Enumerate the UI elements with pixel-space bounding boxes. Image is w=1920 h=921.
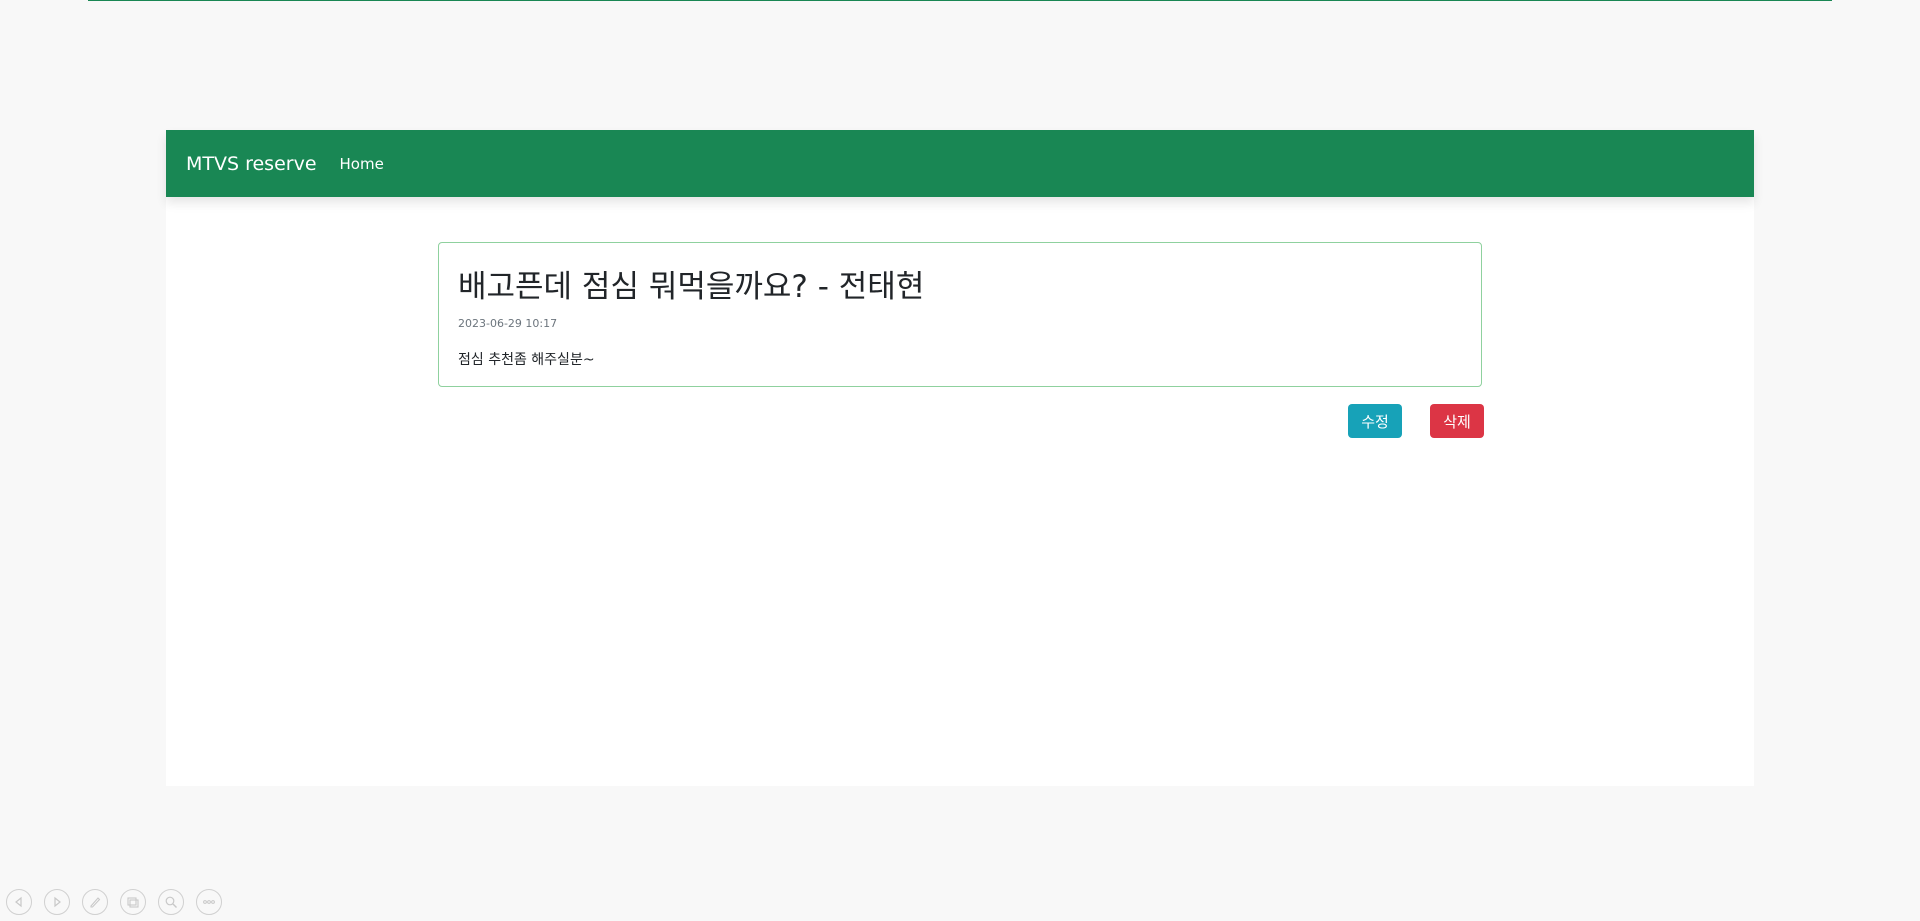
nav-link-home[interactable]: Home [340,155,384,173]
post-date: 2023-06-29 10:17 [458,317,558,330]
top-divider [88,0,1832,1]
slide-controls [6,889,234,915]
post-card: 배고픈데 점심 뭐먹을까요? - 전태현 2023-06-29 10:17 점심… [438,242,1482,387]
edit-button[interactable]: 수정 [1348,404,1402,438]
zoom-icon[interactable] [158,889,184,915]
previous-icon[interactable] [6,889,32,915]
next-icon[interactable] [44,889,70,915]
page-container: MTVS reserve Home 배고픈데 점심 뭐먹을까요? - 전태현 2… [166,130,1754,786]
post-title: 배고픈데 점심 뭐먹을까요? - 전태현 [458,269,925,305]
pen-icon[interactable] [82,889,108,915]
post-body: 점심 추천좀 해주실분~ [458,352,595,368]
more-icon[interactable] [196,889,222,915]
slides-icon[interactable] [120,889,146,915]
navbar: MTVS reserve Home [166,130,1754,197]
navbar-brand[interactable]: MTVS reserve [186,153,317,175]
delete-button[interactable]: 삭제 [1430,404,1484,438]
